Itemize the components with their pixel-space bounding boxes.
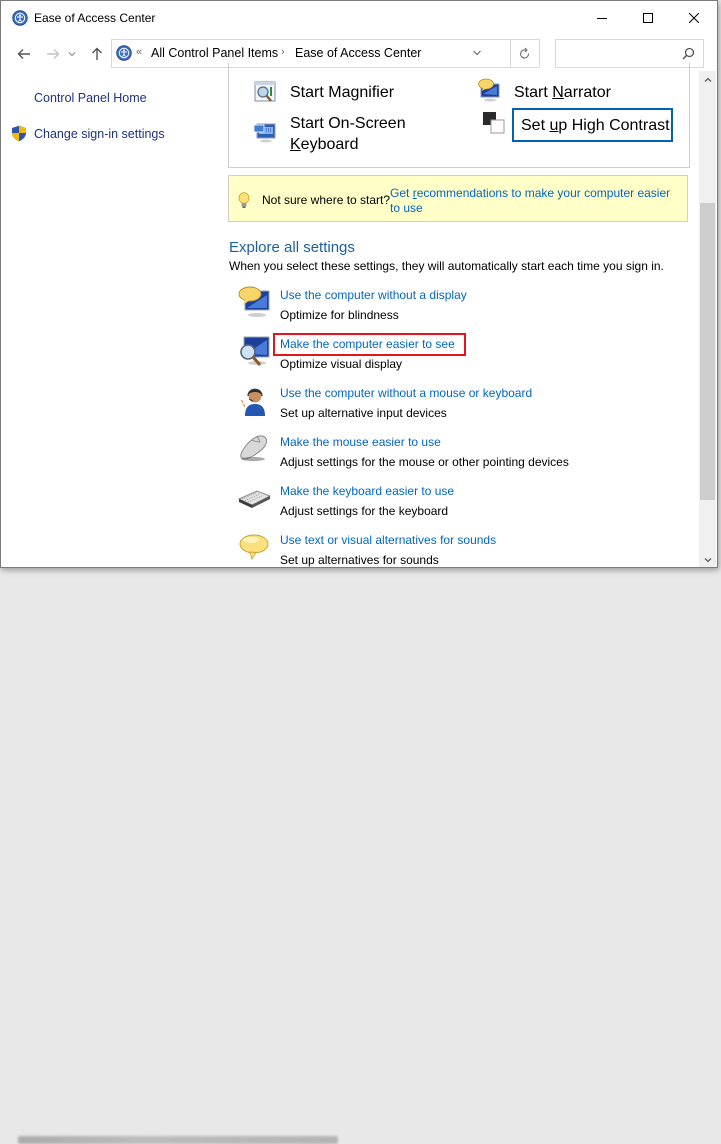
- refresh-icon: [519, 47, 530, 59]
- up-arrow-icon: [92, 47, 102, 60]
- narrator-icon: [478, 78, 500, 102]
- keyboard-icon: [237, 490, 271, 508]
- lightbulb-icon: [238, 192, 250, 208]
- start-magnifier-link[interactable]: Start Magnifier: [290, 82, 394, 103]
- get-recommendations-link[interactable]: Get recommendations to make your compute…: [390, 186, 680, 216]
- forward-arrow-icon: [47, 49, 60, 59]
- make-computer-easier-to-see-link[interactable]: Make the computer easier to see: [280, 337, 455, 351]
- use-without-mouse-or-keyboard-desc: Set up alternative input devices: [280, 406, 447, 420]
- use-without-mouse-or-keyboard-link[interactable]: Use the computer without a mouse or keyb…: [280, 386, 532, 400]
- make-keyboard-easier-link[interactable]: Make the keyboard easier to use: [280, 484, 454, 498]
- chevron-down-icon: [704, 557, 711, 562]
- tip-text: Not sure where to start?: [262, 193, 391, 207]
- scroll-up-button[interactable]: [699, 71, 716, 88]
- start-narrator-link[interactable]: Start Narrator: [514, 82, 611, 103]
- search-icon: [682, 47, 695, 60]
- breadcrumb-overflow[interactable]: «: [136, 46, 142, 58]
- title-bar[interactable]: Ease of Access Center: [1, 1, 717, 35]
- chevron-down-icon: [68, 52, 76, 57]
- minimize-icon: [597, 17, 607, 19]
- breadcrumb-ease-of-access-center[interactable]: Ease of Access Center: [295, 46, 421, 60]
- vertical-scrollbar[interactable]: [699, 71, 716, 567]
- up-button[interactable]: [87, 44, 107, 64]
- explore-all-settings-subtitle: When you select these settings, they wil…: [229, 259, 664, 273]
- recent-locations-button[interactable]: [65, 44, 79, 64]
- make-keyboard-easier-desc: Adjust settings for the keyboard: [280, 504, 449, 518]
- make-mouse-easier-desc: Adjust settings for the mouse or other p…: [280, 455, 569, 469]
- maximize-button[interactable]: [625, 1, 671, 34]
- explore-all-settings-heading: Explore all settings: [229, 239, 355, 256]
- chevron-up-icon: [704, 77, 711, 82]
- speech-bubble-icon: [239, 534, 269, 560]
- minimize-button[interactable]: [579, 1, 625, 34]
- background-obscured-text: [18, 1136, 338, 1144]
- back-arrow-icon: [17, 49, 30, 59]
- scrollbar-thumb[interactable]: [700, 203, 715, 500]
- high-contrast-icon: [483, 112, 505, 134]
- monitor-speech-icon: [238, 286, 270, 317]
- shield-icon: [12, 125, 26, 142]
- alternatives-for-sounds-link[interactable]: Use text or visual alternatives for soun…: [280, 533, 496, 547]
- maximize-icon: [643, 12, 653, 23]
- ease-of-access-icon: [12, 10, 28, 26]
- close-icon: [689, 12, 699, 23]
- person-headset-icon: [240, 388, 265, 416]
- breadcrumb-all-control-panel-items[interactable]: All Control Panel Items: [151, 46, 278, 60]
- use-without-display-link[interactable]: Use the computer without a display: [280, 288, 467, 302]
- alternatives-for-sounds-desc: Set up alternatives for sounds: [280, 553, 439, 567]
- mouse-icon: [240, 435, 268, 461]
- magnifier-icon: [254, 81, 276, 102]
- close-button[interactable]: [671, 1, 717, 34]
- make-mouse-easier-link[interactable]: Make the mouse easier to use: [280, 435, 441, 449]
- chevron-down-icon: [473, 50, 481, 56]
- ease-of-access-icon: [116, 45, 132, 61]
- breadcrumb-separator[interactable]: ›: [281, 46, 285, 58]
- use-without-display-desc: Optimize for blindness: [280, 308, 399, 322]
- on-screen-keyboard-icon: [253, 123, 276, 143]
- ease-of-access-window: Ease of Access Center « All Control Pane…: [0, 0, 718, 568]
- make-computer-easier-to-see-desc: Optimize visual display: [280, 357, 403, 371]
- scroll-down-button[interactable]: [699, 551, 716, 567]
- sidebar-item-change-sign-in-settings[interactable]: Change sign-in settings: [34, 127, 165, 141]
- set-up-high-contrast-link[interactable]: Set up High Contrast: [521, 115, 670, 136]
- background-desktop: [0, 566, 721, 1144]
- forward-button[interactable]: [43, 44, 63, 64]
- recommendation-tip: Not sure where to start? Get recommendat…: [228, 175, 688, 222]
- monitor-magnifier-icon: [240, 336, 270, 366]
- search-input[interactable]: [560, 44, 670, 63]
- back-button[interactable]: [14, 44, 34, 64]
- sidebar-item-control-panel-home[interactable]: Control Panel Home: [34, 91, 147, 105]
- window-title: Ease of Access Center: [34, 11, 156, 25]
- start-on-screen-keyboard-link[interactable]: Start On-Screen Keyboard: [290, 113, 406, 155]
